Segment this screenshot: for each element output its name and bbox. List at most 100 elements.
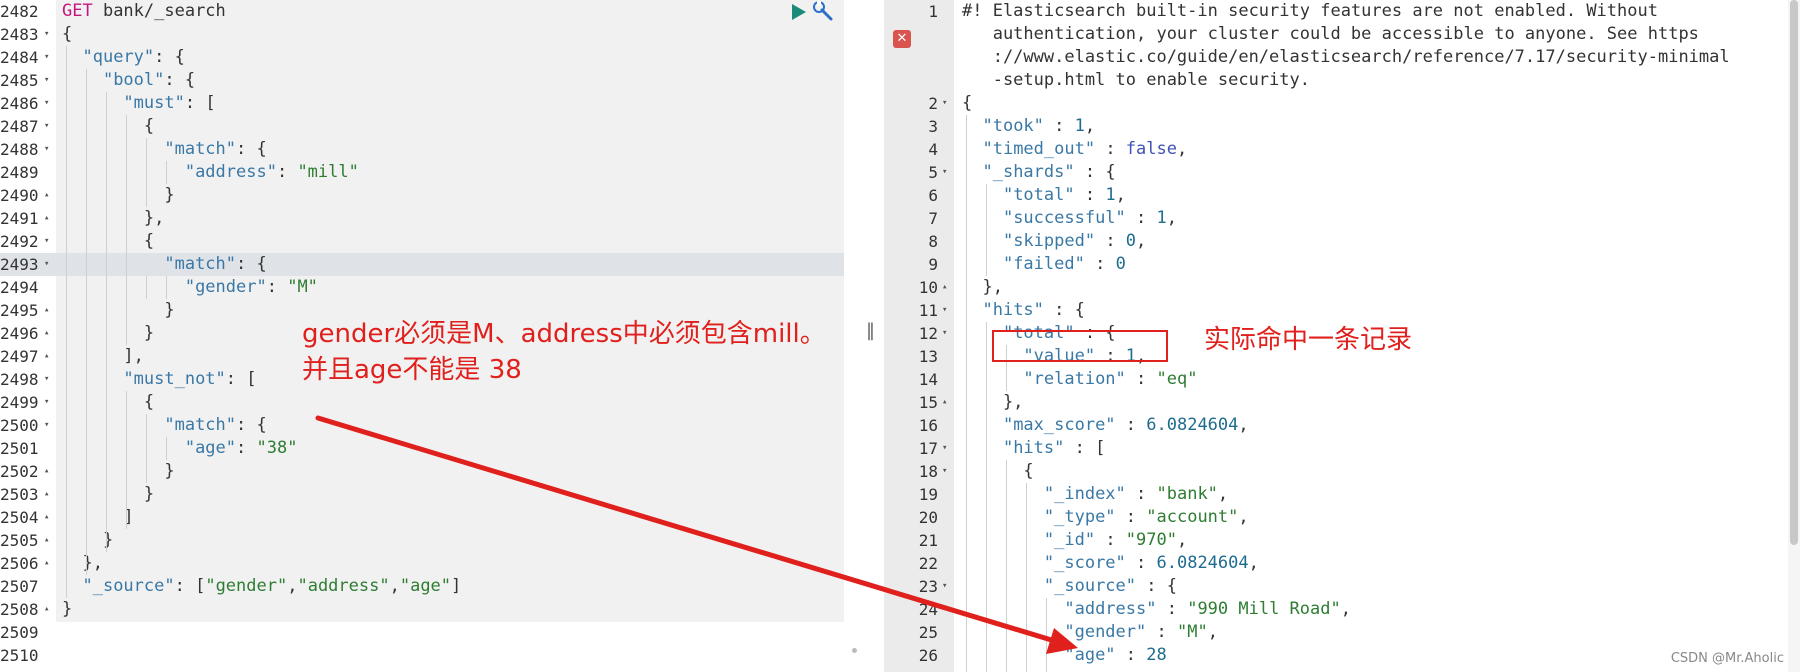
fold-close-icon[interactable]: ▴: [44, 322, 49, 345]
line-number: 4: [928, 140, 938, 159]
line-number: 2482: [0, 2, 39, 21]
fold-open-icon[interactable]: ▾: [942, 92, 947, 115]
token: :: [1146, 622, 1177, 642]
code-line: 16 "max_score" : 6.0824604,: [884, 414, 1800, 437]
error-x-icon[interactable]: ✕: [893, 30, 911, 48]
fold-close-icon[interactable]: ▴: [44, 345, 49, 368]
token: "match": [164, 139, 237, 159]
fold-close-icon[interactable]: ▴: [44, 207, 49, 230]
fold-open-icon[interactable]: ▾: [44, 92, 49, 115]
fold-close-icon[interactable]: ▴: [44, 552, 49, 575]
fold-open-icon[interactable]: ▾: [942, 460, 947, 483]
token: "must": [123, 93, 185, 113]
token: 1: [1074, 116, 1085, 136]
token: },: [962, 392, 1024, 412]
code-line: 3 "took" : 1,: [884, 115, 1800, 138]
code-text: },: [62, 552, 103, 575]
token: "match": [164, 415, 237, 435]
fold-close-icon[interactable]: ▴: [44, 529, 49, 552]
fold-open-icon[interactable]: ▾: [942, 322, 947, 345]
fold-open-icon[interactable]: ▾: [942, 299, 947, 322]
fold-close-icon[interactable]: ▴: [942, 276, 947, 299]
fold-open-icon[interactable]: ▾: [44, 391, 49, 414]
token: :: [1084, 254, 1116, 274]
token: },: [62, 553, 103, 573]
token: "_source": [1043, 576, 1137, 596]
code-line: 2506 ▴ },: [0, 552, 844, 575]
token: :: [1115, 415, 1147, 435]
fold-close-icon[interactable]: ▴: [942, 391, 947, 414]
fold-open-icon[interactable]: ▾: [942, 575, 947, 598]
token: }: [62, 461, 175, 481]
code-line: 18 ▾ {: [884, 460, 1800, 483]
fold-close-icon[interactable]: ▴: [44, 598, 49, 621]
security-warning-line: ://www.elastic.co/guide/en/elasticsearch…: [884, 46, 1800, 69]
indent-guide: [106, 92, 107, 552]
security-warning-line: #! Elasticsearch built-in security featu…: [884, 0, 1800, 23]
code-text: }: [62, 322, 154, 345]
request-path: bank/_search: [92, 1, 226, 21]
code-text: "age": "38": [62, 437, 298, 460]
token: false: [1125, 139, 1177, 159]
line-number: 24: [918, 600, 938, 619]
fold-open-icon[interactable]: ▾: [44, 368, 49, 391]
token: "gender": [1064, 622, 1147, 642]
line-number: 7: [928, 209, 938, 228]
fold-open-icon[interactable]: ▾: [44, 69, 49, 92]
token: ,: [1176, 530, 1188, 550]
code-line: 2509: [0, 621, 844, 644]
code-line: 10 ▴ },: [884, 276, 1800, 299]
token: 1: [1105, 185, 1116, 205]
line-number: 25: [918, 623, 938, 642]
token: ,: [1084, 116, 1096, 136]
pane-divider[interactable]: [844, 0, 884, 672]
token: "age": [399, 576, 452, 596]
code-text: "relation" : "eq": [962, 368, 1197, 391]
wrench-icon[interactable]: [812, 0, 834, 22]
code-text: {: [62, 230, 154, 253]
fold-open-icon[interactable]: ▾: [44, 253, 49, 276]
token: : {: [1136, 576, 1177, 596]
fold-open-icon[interactable]: ▾: [942, 437, 947, 460]
fold-close-icon[interactable]: ▴: [44, 483, 49, 506]
fold-close-icon[interactable]: ▴: [44, 506, 49, 529]
warning-text: ://www.elastic.co/guide/en/elasticsearch…: [962, 47, 1730, 67]
fold-open-icon[interactable]: ▾: [44, 115, 49, 138]
line-number: 19: [918, 485, 938, 504]
code-text: {: [962, 92, 972, 115]
resize-handle-icon[interactable]: ‖: [866, 320, 875, 341]
token: {: [62, 24, 73, 44]
token: : [: [184, 93, 216, 113]
fold-open-icon[interactable]: ▾: [44, 230, 49, 253]
fold-open-icon[interactable]: ▾: [44, 46, 49, 69]
code-text: }: [62, 483, 154, 506]
play-icon[interactable]: [788, 2, 808, 22]
fold-open-icon[interactable]: ▾: [44, 138, 49, 161]
watermark: CSDN @Mr.Aholic: [1670, 651, 1784, 666]
code-text: "bool": {: [62, 69, 195, 92]
fold-close-icon[interactable]: ▴: [44, 460, 49, 483]
token: :: [266, 277, 288, 297]
code-line: 17 ▾ "hits" : [: [884, 437, 1800, 460]
token: "_index": [1043, 484, 1126, 504]
token: ]: [62, 507, 134, 527]
fold-open-icon[interactable]: ▾: [44, 414, 49, 437]
token: ,: [1115, 185, 1126, 205]
line-number: 14: [918, 370, 938, 389]
fold-open-icon[interactable]: ▾: [942, 161, 947, 184]
token: }: [62, 300, 175, 320]
line-number: 2501: [0, 439, 39, 458]
token: :: [1095, 530, 1126, 550]
fold-open-icon[interactable]: ▾: [44, 23, 49, 46]
request-line[interactable]: 2482 GET bank/_search: [0, 0, 844, 23]
indent-guide: [166, 276, 167, 299]
fold-close-icon[interactable]: ▴: [44, 184, 49, 207]
token: 6.0824604: [1156, 553, 1249, 573]
fold-close-icon[interactable]: ▴: [44, 299, 49, 322]
line-number: 26: [918, 646, 938, 665]
response-scroll-thumb[interactable]: [1790, 0, 1798, 545]
